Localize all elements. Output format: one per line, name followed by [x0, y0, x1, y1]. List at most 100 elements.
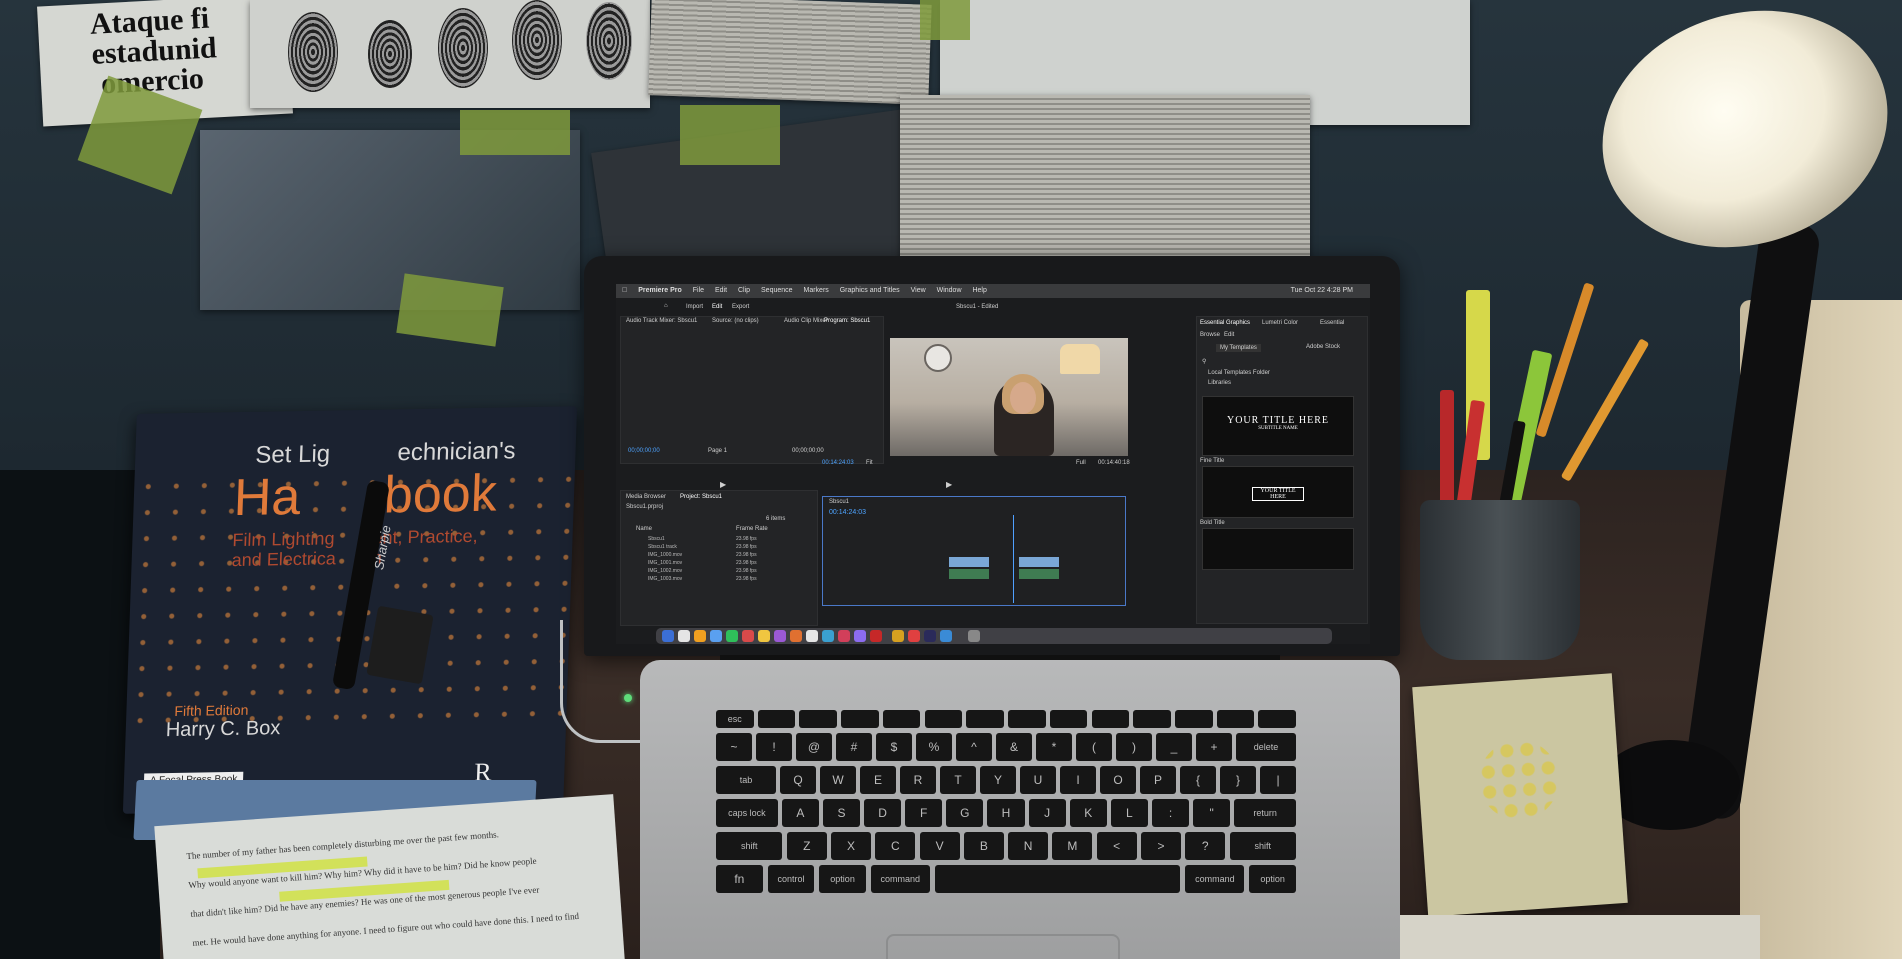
- dock-app-icon[interactable]: [908, 630, 920, 642]
- timeline-playhead[interactable]: [1013, 515, 1014, 603]
- menu-app-name[interactable]: Premiere Pro: [638, 287, 682, 294]
- key-v[interactable]: V: [919, 832, 960, 860]
- function-key[interactable]: [1091, 710, 1130, 728]
- key-shift[interactable]: shift: [716, 832, 783, 860]
- template-card-1[interactable]: YOUR TITLE HERE SUBTITLE NAME: [1202, 396, 1354, 456]
- menu-help[interactable]: Help: [972, 287, 986, 294]
- key-t[interactable]: T: [940, 766, 976, 794]
- menu-sequence[interactable]: Sequence: [761, 287, 793, 294]
- key-command[interactable]: command: [1185, 865, 1245, 893]
- key-n[interactable]: N: [1008, 832, 1049, 860]
- menu-file[interactable]: File: [693, 287, 704, 294]
- key-control[interactable]: control: [767, 865, 815, 893]
- key-c[interactable]: C: [875, 832, 916, 860]
- project-item[interactable]: IMG_1001.mov 23.98 fps: [632, 560, 812, 568]
- eg-checkbox-libraries[interactable]: Libraries: [1208, 380, 1231, 386]
- project-item[interactable]: Sbscu1 23.98 fps: [632, 536, 812, 544]
- key-q[interactable]: Q: [780, 766, 816, 794]
- function-key[interactable]: [1133, 710, 1171, 728]
- trackpad[interactable]: [886, 934, 1120, 959]
- project-item[interactable]: IMG_1003.mov 23.98 fps: [632, 576, 812, 584]
- key-option[interactable]: option: [819, 865, 866, 893]
- key-x[interactable]: X: [831, 832, 871, 860]
- space-bar[interactable]: [934, 865, 1181, 893]
- key-delete[interactable]: delete: [1236, 733, 1296, 761]
- key-option[interactable]: option: [1249, 865, 1296, 893]
- key--[interactable]: !: [756, 733, 792, 761]
- key--[interactable]: _: [1156, 733, 1192, 761]
- source-tab-source[interactable]: Source: (no clips): [712, 318, 759, 324]
- key--[interactable]: #: [836, 733, 872, 761]
- eg-tab-essential[interactable]: Essential: [1320, 320, 1344, 326]
- menu-view[interactable]: View: [911, 287, 926, 294]
- dock-app-icon[interactable]: [742, 630, 754, 642]
- project-tab-media-browser[interactable]: Media Browser: [626, 494, 666, 500]
- play-button[interactable]: ▶: [946, 480, 952, 489]
- function-key[interactable]: [924, 710, 963, 728]
- key--[interactable]: *: [1036, 733, 1072, 761]
- menu-window[interactable]: Window: [937, 287, 962, 294]
- key-p[interactable]: P: [1140, 766, 1176, 794]
- eg-templates-dropdown[interactable]: My Templates: [1216, 344, 1261, 352]
- key-esc[interactable]: esc: [716, 710, 754, 728]
- source-tab-audio-mixer[interactable]: Audio Track Mixer: Sbscu1: [626, 318, 697, 324]
- eg-checkbox-local[interactable]: Local Templates Folder: [1208, 370, 1270, 376]
- workspace-tab-import[interactable]: Import: [686, 304, 703, 310]
- function-key[interactable]: [1216, 710, 1255, 728]
- function-key[interactable]: [882, 710, 921, 728]
- dock-app-icon[interactable]: [678, 630, 690, 642]
- apple-icon[interactable]: : [622, 287, 627, 294]
- key-command[interactable]: command: [870, 865, 930, 893]
- dock-app-icon[interactable]: [892, 630, 904, 642]
- key--[interactable]: <: [1096, 832, 1137, 860]
- template-card-2[interactable]: YOUR TITLE HERE: [1202, 466, 1354, 518]
- key-i[interactable]: I: [1060, 766, 1096, 794]
- function-key[interactable]: [966, 710, 1004, 728]
- dock-app-icon[interactable]: [758, 630, 770, 642]
- menubar-clock[interactable]: Tue Oct 22 4:28 PM: [1291, 284, 1353, 298]
- menu-edit[interactable]: Edit: [715, 287, 727, 294]
- key-b[interactable]: B: [963, 832, 1004, 860]
- key--[interactable]: @: [796, 733, 832, 761]
- eg-subtab-browse[interactable]: Browse: [1200, 332, 1220, 338]
- key-l[interactable]: L: [1110, 799, 1148, 827]
- function-key[interactable]: [1008, 710, 1046, 728]
- dock-app-icon[interactable]: [710, 630, 722, 642]
- dock-app-icon[interactable]: [854, 630, 866, 642]
- key-h[interactable]: H: [987, 799, 1025, 827]
- key-m[interactable]: M: [1052, 832, 1093, 860]
- key-j[interactable]: J: [1028, 799, 1066, 827]
- key-u[interactable]: U: [1020, 766, 1056, 794]
- template-card-3[interactable]: [1202, 528, 1354, 570]
- project-item[interactable]: Sbscu1 track 23.98 fps: [632, 544, 812, 552]
- key--[interactable]: $: [876, 733, 912, 761]
- audio-clip-2[interactable]: [1019, 569, 1059, 579]
- menu-markers[interactable]: Markers: [804, 287, 829, 294]
- key-shift[interactable]: shift: [1229, 832, 1296, 860]
- dock-app-icon[interactable]: [790, 630, 802, 642]
- key--[interactable]: ~: [716, 733, 752, 761]
- key--[interactable]: (: [1076, 733, 1112, 761]
- key--[interactable]: ": [1193, 799, 1231, 827]
- project-item[interactable]: IMG_1002.mov 23.98 fps: [632, 568, 812, 576]
- program-fit-dropdown[interactable]: Fit: [866, 460, 873, 466]
- key--[interactable]: >: [1141, 832, 1181, 860]
- key--[interactable]: %: [916, 733, 952, 761]
- dock-app-icon[interactable]: [822, 630, 834, 642]
- dock-app-icon[interactable]: [774, 630, 786, 642]
- key--[interactable]: &: [996, 733, 1032, 761]
- eg-search-icon[interactable]: ⚲: [1202, 358, 1206, 365]
- key-d[interactable]: D: [864, 799, 902, 827]
- function-key[interactable]: [1258, 710, 1296, 728]
- key--[interactable]: +: [1196, 733, 1232, 761]
- source-page[interactable]: Page 1: [708, 448, 727, 454]
- key--[interactable]: ^: [956, 733, 992, 761]
- dock-app-icon[interactable]: [838, 630, 850, 642]
- key-return[interactable]: return: [1234, 799, 1296, 827]
- dock-app-icon[interactable]: [806, 630, 818, 642]
- key-z[interactable]: Z: [786, 832, 827, 860]
- key--[interactable]: ): [1116, 733, 1152, 761]
- key-tab[interactable]: tab: [716, 766, 776, 794]
- key-w[interactable]: W: [820, 766, 856, 794]
- function-key[interactable]: [757, 710, 796, 728]
